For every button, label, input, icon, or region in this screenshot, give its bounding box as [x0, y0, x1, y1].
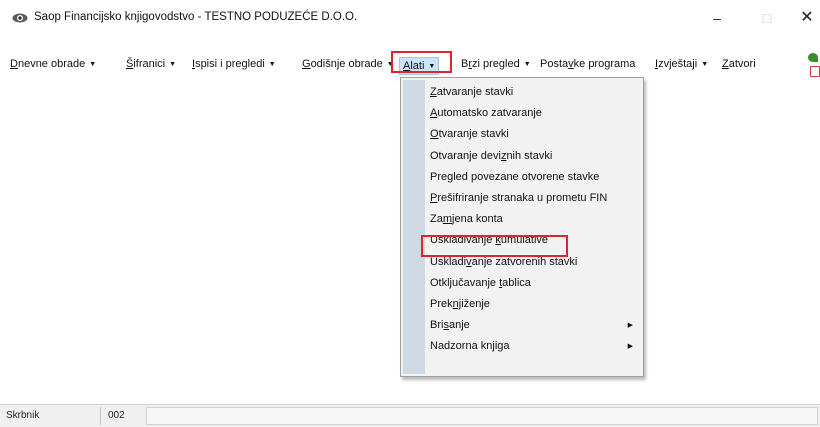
item-label-pre: Otključavanje	[430, 276, 500, 289]
item-accel: nj	[452, 297, 462, 310]
item-label-post: nih stavki	[506, 149, 553, 162]
menu-item-presifriranje-stranaka[interactable]: Prešifriranje stranaka u prometu FIN	[401, 188, 643, 209]
item-label-pre: Za	[430, 213, 443, 226]
menu-godisnje-obrade[interactable]: Godišnje obrade ▼	[302, 58, 394, 70]
menu-label-post: atvori	[728, 58, 756, 70]
menu-item-otvaranje-stavki[interactable]: Otvaranje stavki	[401, 124, 643, 145]
menu-item-nadzorna-knjiga[interactable]: Nadzorna knjiga ▶	[401, 336, 643, 357]
item-label-pre: Otvaranje devi	[430, 149, 501, 162]
app-eye-icon	[12, 13, 28, 23]
item-label-pre: Uskladi	[430, 255, 467, 268]
item-label-post: rešifriranje stranaka u prometu FIN	[437, 191, 608, 204]
status-label-skrbnik: Skrbnik	[6, 410, 40, 421]
menu-label-post: ifranici	[133, 58, 166, 70]
title-bar: Saop Financijsko knjigovodstvo - TESTNO …	[0, 0, 820, 36]
menu-izvjestaji[interactable]: Izvještaji ▼	[655, 58, 708, 70]
item-label-post: tvaranje stavki	[438, 128, 509, 141]
dropdown-arrow-icon: ▼	[169, 61, 177, 68]
menu-ispisi-i-pregledi[interactable]: Ispisi i pregledi ▼	[192, 58, 276, 70]
menu-item-pregled-povezane-otvorene-stavke[interactable]: Pregled povezane otvorene stavke	[401, 167, 643, 188]
item-label-post: jena konta	[452, 213, 503, 226]
item-label-pre: Bri	[430, 319, 444, 332]
item-label-pre: Pregled povezane otvorene stavke	[430, 170, 600, 183]
item-accel: Z	[430, 86, 437, 98]
status-panel	[146, 407, 818, 425]
menu-label-post: zvještaji	[658, 58, 698, 70]
item-label-pre: Prek	[430, 297, 453, 310]
menu-accel: D	[10, 58, 18, 70]
item-accel: O	[430, 128, 439, 141]
status-divider	[100, 407, 101, 425]
highlight-box-alati	[391, 51, 452, 73]
menu-item-otvaranje-deviznih-stavki[interactable]: Otvaranje deviznih stavki	[401, 146, 643, 167]
menu-label-post: nevne obrade	[17, 58, 86, 70]
submenu-arrow-icon: ▶	[627, 322, 633, 330]
dropdown-arrow-icon: ▼	[701, 61, 709, 68]
item-label-post: iženje	[461, 297, 490, 310]
menu-postavke-programa[interactable]: Postavke programa	[540, 58, 635, 70]
dropdown-arrow-icon: ▼	[268, 61, 276, 68]
menu-dnevne-obrade[interactable]: Dnevne obrade ▼	[10, 58, 96, 70]
menu-accel: Z	[722, 58, 729, 70]
dropdown-arrow-icon: ▼	[523, 61, 531, 68]
menu-item-otkljucavanje-tablica[interactable]: Otključavanje tablica	[401, 273, 643, 294]
menu-label-pre: Posta	[540, 58, 569, 70]
menu-zatvori[interactable]: Zatvori	[722, 58, 756, 70]
menu-label-post: odišnje obrade	[310, 58, 383, 70]
window-title: Saop Financijsko knjigovodstvo - TESTNO …	[34, 11, 358, 23]
item-label-post: utomatsko zatvaranje	[437, 107, 542, 120]
minimize-button[interactable]: –	[702, 6, 732, 30]
menu-sifranici[interactable]: Šifranici ▼	[126, 58, 176, 70]
highlight-box-uskladivanje-kumulative	[421, 235, 568, 257]
alati-dropdown-menu: Zatvaranje stavki Automatsko zatvaranje …	[400, 77, 644, 377]
menu-item-automatsko-zatvaranje[interactable]: Automatsko zatvaranje	[401, 103, 643, 124]
item-label-post: anje zatvorenih stavki	[471, 255, 578, 268]
menu-label-post: zi pregled	[472, 58, 520, 70]
menu-item-zatvaranje-stavki[interactable]: Zatvaranje stavki	[401, 82, 643, 103]
dropdown-arrow-icon: ▼	[89, 61, 97, 68]
menu-accel: G	[302, 58, 311, 70]
leaf-icon[interactable]	[808, 53, 818, 62]
submenu-arrow-icon: ▶	[627, 343, 633, 351]
menu-item-brisanje[interactable]: Brisanje ▶	[401, 315, 643, 336]
item-accel: m	[442, 213, 453, 226]
item-label-post: ablica	[502, 276, 531, 289]
menu-item-zamjena-konta[interactable]: Zamjena konta	[401, 209, 643, 230]
status-value-skrbnik: 002	[108, 410, 125, 421]
document-icon[interactable]	[810, 66, 820, 77]
menu-label-post: spisi i pregledi	[195, 58, 265, 70]
item-label-post: anje	[448, 319, 470, 332]
menu-label-post: ke programa	[573, 58, 636, 70]
menu-brzi-pregled[interactable]: Brzi pregled ▼	[461, 58, 531, 70]
menu-item-preknjizenje[interactable]: Preknjiženje	[401, 294, 643, 315]
item-label-pre: Nadzorna knjiga	[430, 340, 510, 353]
maximize-button[interactable]: □	[752, 6, 782, 30]
item-label-post: atvaranje stavki	[436, 86, 514, 98]
close-button[interactable]: ✕	[792, 6, 820, 30]
status-bar: Skrbnik 002	[0, 404, 820, 427]
